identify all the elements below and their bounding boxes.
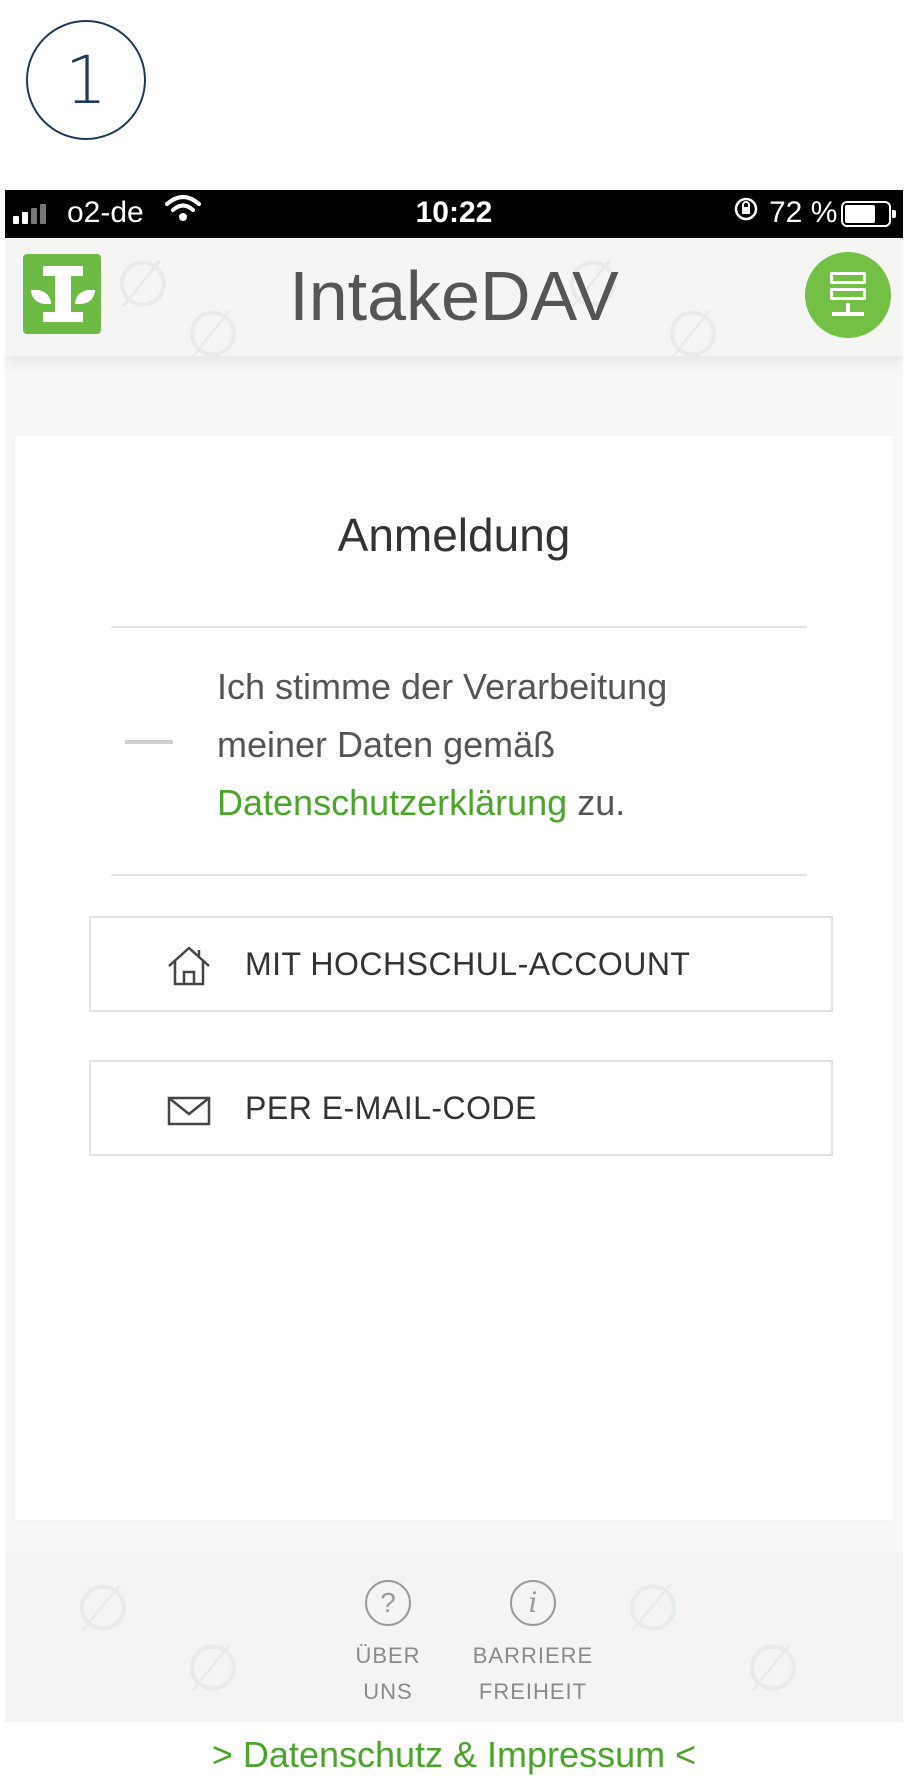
mail-icon — [165, 1088, 213, 1132]
battery-percentage: 72 % — [769, 196, 838, 229]
nav-accessibility[interactable]: i BARRIERE FREIHEIT — [463, 1580, 603, 1710]
orientation-lock-icon — [733, 196, 759, 229]
nav-accessibility-line1: BARRIERE — [472, 1643, 594, 1668]
bottom-nav: ∅ ∅ ∅ ∅ ? ÜBER UNS i BARRIERE FREIHEIT — [5, 1552, 903, 1722]
nav-about-us-line1: ÜBER — [355, 1643, 421, 1668]
phone-screen: o2-de 10:22 72 % ∅ ∅ ∅ ∅ IntakeDAV Anmel… — [5, 190, 903, 1792]
login-card: Anmeldung Ich stimme der Verarbeitung me… — [15, 436, 893, 1520]
divider — [111, 626, 807, 628]
nav-accessibility-label: BARRIERE FREIHEIT — [463, 1638, 603, 1710]
server-button[interactable] — [805, 252, 891, 338]
email-code-login-button[interactable]: PER E-MAIL-CODE — [89, 1060, 833, 1156]
consent-text: Ich stimme der Verarbeitung meiner Daten… — [217, 658, 777, 832]
server-icon — [830, 272, 866, 284]
home-icon — [165, 944, 213, 988]
app-header: ∅ ∅ ∅ ∅ IntakeDAV — [5, 238, 903, 372]
privacy-imprint-link[interactable]: > Datenschutz & Impressum < — [5, 1722, 903, 1792]
university-account-login-button[interactable]: MIT HOCHSCHUL-ACCOUNT — [89, 916, 833, 1012]
email-code-login-label: PER E-MAIL-CODE — [245, 1090, 537, 1126]
status-bar: o2-de 10:22 72 % — [5, 190, 903, 238]
nav-accessibility-line2: FREIHEIT — [478, 1679, 588, 1704]
nav-about-us-line2: UNS — [363, 1679, 413, 1704]
consent-checkbox[interactable] — [125, 740, 173, 744]
nav-about-us-label: ÜBER UNS — [318, 1638, 458, 1710]
info-icon: i — [510, 1580, 556, 1626]
university-account-login-label: MIT HOCHSCHUL-ACCOUNT — [245, 946, 691, 982]
divider — [111, 874, 807, 876]
app-title: IntakeDAV — [289, 257, 619, 335]
step-number-badge: 1 — [26, 20, 146, 140]
privacy-policy-link[interactable]: Datenschutzerklärung — [217, 782, 567, 823]
login-title: Anmeldung — [337, 509, 571, 561]
consent-text-after: zu. — [567, 782, 626, 823]
consent-text-before: Ich stimme der Verarbeitung meiner Daten… — [217, 666, 668, 765]
nav-about-us[interactable]: ? ÜBER UNS — [318, 1580, 458, 1710]
help-icon: ? — [365, 1580, 411, 1626]
battery-icon — [841, 201, 896, 227]
